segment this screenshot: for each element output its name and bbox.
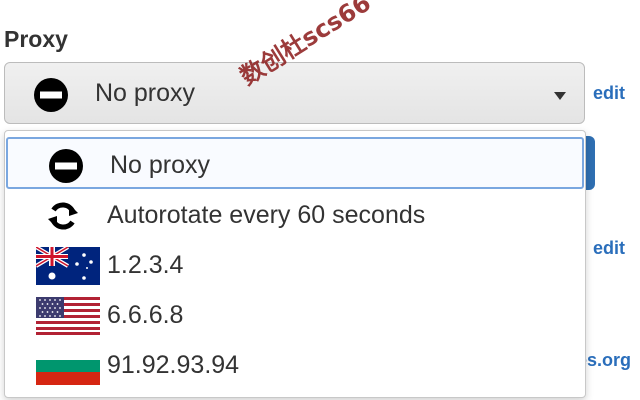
proxy-dropdown-menu: No proxy Autorotate every 60 seconds 1.2… bbox=[4, 130, 586, 398]
bulgaria-flag-icon bbox=[36, 347, 100, 385]
option-proxy-1-2-3-4[interactable]: 1.2.3.4 bbox=[5, 239, 585, 289]
chevron-down-icon bbox=[554, 92, 566, 100]
no-entry-icon bbox=[34, 78, 68, 112]
proxy-select-value: No proxy bbox=[95, 79, 196, 107]
option-label: 1.2.3.4 bbox=[107, 251, 184, 279]
proxy-label: Proxy bbox=[4, 26, 68, 52]
option-proxy-6-6-6-8[interactable]: 6.6.6.8 bbox=[5, 289, 585, 339]
option-autorotate[interactable]: Autorotate every 60 seconds bbox=[5, 189, 585, 239]
option-proxy-91-92-93-94[interactable]: 91.92.93.94 bbox=[5, 339, 585, 389]
edit-proxy-link[interactable]: edit bbox=[593, 83, 625, 104]
option-label: 6.6.6.8 bbox=[107, 301, 184, 329]
usa-flag-icon bbox=[36, 297, 100, 335]
option-label: Autorotate every 60 seconds bbox=[107, 201, 426, 229]
option-label: No proxy bbox=[110, 151, 211, 179]
refresh-icon bbox=[48, 202, 78, 230]
australia-flag-icon bbox=[36, 247, 100, 285]
no-entry-icon bbox=[49, 149, 83, 183]
option-no-proxy[interactable]: No proxy bbox=[6, 137, 584, 189]
option-label: 91.92.93.94 bbox=[107, 351, 240, 379]
proxy-select[interactable]: No proxy bbox=[4, 62, 585, 124]
edit-link-secondary[interactable]: edit bbox=[593, 238, 625, 259]
